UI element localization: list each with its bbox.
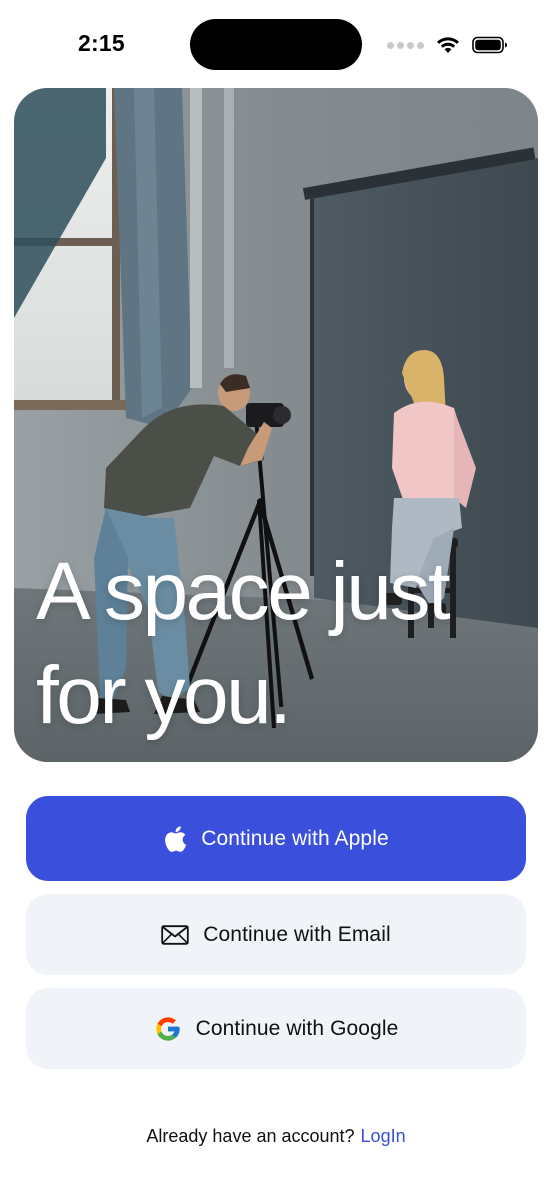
dynamic-island [190, 19, 362, 70]
hero-title: A space just for you. [36, 540, 526, 748]
envelope-icon [161, 924, 189, 945]
status-bar: 2:15 [0, 0, 552, 88]
continue-with-google-label: Continue with Google [195, 1016, 399, 1040]
battery-icon [472, 36, 508, 54]
already-have-account-text: Already have an account? [146, 1126, 355, 1146]
continue-with-apple-button[interactable]: Continue with Apple [26, 796, 526, 881]
google-logo-icon [154, 1015, 182, 1043]
wifi-icon [436, 36, 460, 54]
hero-title-line-2: for you. [36, 650, 292, 741]
apple-logo-icon [163, 825, 187, 853]
hero-title-line-1: A space just [36, 546, 451, 637]
onboarding-screen: 2:15 A space just for you. Continue with… [0, 0, 552, 1200]
continue-with-email-label: Continue with Email [203, 922, 391, 946]
continue-with-email-button[interactable]: Continue with Email [26, 894, 526, 975]
status-icons [387, 34, 508, 56]
hero-image: A space just for you. [14, 88, 538, 762]
login-prompt: Already have an account? LogIn [0, 1126, 552, 1147]
continue-with-apple-label: Continue with Apple [201, 826, 389, 850]
login-link[interactable]: LogIn [361, 1126, 406, 1146]
cellular-signal-icon [387, 41, 424, 49]
status-time: 2:15 [78, 30, 125, 56]
continue-with-google-button[interactable]: Continue with Google [26, 988, 526, 1069]
